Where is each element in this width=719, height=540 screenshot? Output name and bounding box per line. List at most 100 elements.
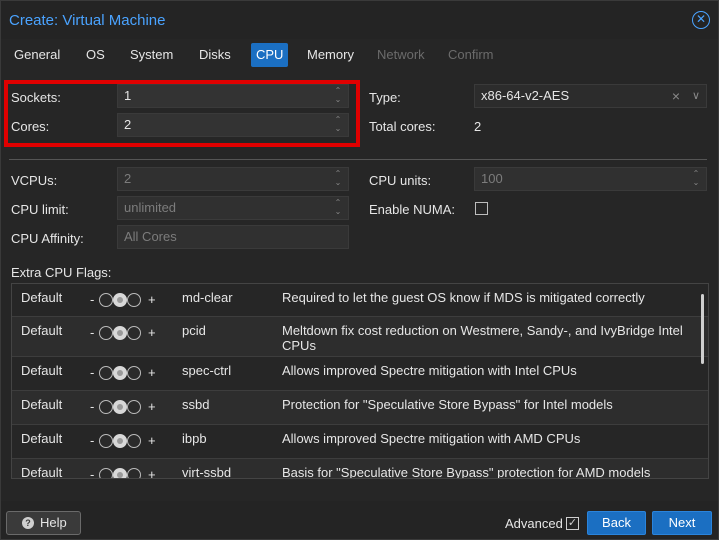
divider [9,159,707,160]
tab-general[interactable]: General [9,43,65,67]
dialog-title: Create: Virtual Machine [9,12,166,29]
affinity-label: CPU Affinity: [11,231,84,246]
flag-state: Default [21,465,63,479]
tab-disks[interactable]: Disks [194,43,236,67]
radio-off[interactable] [99,326,113,340]
flag-name: ibpb [182,431,207,446]
back-button[interactable]: Back [587,511,646,535]
plus-icon: + [148,365,156,380]
total-cores-label: Total cores: [369,119,436,134]
question-icon: ? [22,517,34,529]
vcpus-field[interactable]: 2 ⌃ ⌄ [117,167,349,191]
clear-icon[interactable]: × [672,85,680,107]
tab-network: Network [377,47,425,62]
table-row: Default - + pcid Meltdown fix cost reduc… [12,317,708,357]
flag-state: Default [21,323,63,338]
tristate-toggle[interactable]: - + [90,399,160,415]
title-bar: Create: Virtual Machine ✕ [1,1,718,39]
minus-icon: - [90,399,95,414]
flag-name: spec-ctrl [182,363,232,378]
minus-icon: - [90,467,95,479]
cpu-limit-label: CPU limit: [11,202,69,217]
cpu-limit-value: unlimited [124,200,177,215]
radio-default[interactable] [113,293,127,307]
minus-icon: - [90,365,95,380]
radio-default[interactable] [113,468,127,478]
flag-description: Required to let the guest OS know if MDS… [282,290,645,305]
tristate-toggle[interactable]: - + [90,292,160,308]
spinner-icon[interactable]: ⌃ ⌄ [690,170,702,188]
flag-name: virt-ssbd [182,465,232,479]
table-row: Default - + spec-ctrl Allows improved Sp… [12,357,708,391]
table-row: Default - + virt-ssbd Basis for "Specula… [12,459,708,479]
plus-icon: + [148,433,156,448]
create-vm-dialog: Create: Virtual Machine ✕ General OS Sys… [0,0,719,540]
radio-on[interactable] [127,366,141,380]
radio-default[interactable] [113,400,127,414]
tab-memory[interactable]: Memory [302,43,359,67]
radio-on[interactable] [127,400,141,414]
plus-icon: + [148,467,156,479]
spinner-icon[interactable]: ⌃ ⌄ [332,199,344,217]
type-select[interactable]: x86-64-v2-AES × ∨ [474,84,707,108]
tristate-toggle[interactable]: - + [90,365,160,381]
table-row: Default - + ibpb Allows improved Spectre… [12,425,708,459]
tab-system[interactable]: System [125,43,178,67]
scrollbar[interactable] [701,294,704,364]
radio-default[interactable] [113,434,127,448]
radio-default[interactable] [113,366,127,380]
flag-description: Basis for "Speculative Store Bypass" pro… [282,465,651,479]
close-icon[interactable]: ✕ [692,11,710,29]
radio-off[interactable] [99,468,113,478]
radio-off[interactable] [99,293,113,307]
flag-state: Default [21,431,63,446]
affinity-field[interactable]: All Cores [117,225,349,249]
radio-off[interactable] [99,366,113,380]
cpu-limit-field[interactable]: unlimited ⌃ ⌄ [117,196,349,220]
affinity-placeholder: All Cores [124,229,177,244]
tristate-toggle[interactable]: - + [90,467,160,479]
spinner-icon[interactable]: ⌃ ⌄ [332,170,344,188]
flag-description: Protection for "Speculative Store Bypass… [282,397,613,412]
radio-default[interactable] [113,326,127,340]
table-row: Default - + ssbd Protection for "Specula… [12,391,708,425]
type-label: Type: [369,90,401,105]
flag-name: pcid [182,323,206,338]
cpu-units-field[interactable]: 100 ⌃ ⌄ [474,167,707,191]
help-label: Help [40,515,67,530]
radio-on[interactable] [127,293,141,307]
radio-on[interactable] [127,434,141,448]
next-button[interactable]: Next [652,511,712,535]
numa-label: Enable NUMA: [369,202,455,217]
tab-os[interactable]: OS [81,43,110,67]
cpu-flags-grid: Default - + md-clear Required to let the… [11,283,709,479]
minus-icon: - [90,325,95,340]
plus-icon: + [148,399,156,414]
vcpus-value: 2 [124,171,132,186]
tab-cpu[interactable]: CPU [251,43,289,67]
numa-checkbox[interactable] [475,202,488,215]
radio-on[interactable] [127,468,141,478]
help-button[interactable]: ? Help [6,511,81,535]
plus-icon: + [148,325,156,340]
total-cores-value: 2 [474,119,482,134]
chevron-down-icon[interactable]: ∨ [692,85,700,107]
radio-off[interactable] [99,400,113,414]
minus-icon: - [90,292,95,307]
flag-name: ssbd [182,397,210,412]
flag-description: Meltdown fix cost reduction on Westmere,… [282,323,683,353]
plus-icon: + [148,292,156,307]
tab-confirm: Confirm [448,47,494,62]
cpu-units-value: 100 [481,171,503,186]
radio-on[interactable] [127,326,141,340]
flag-state: Default [21,397,63,412]
flag-state: Default [21,290,63,305]
advanced-checkbox[interactable]: ✓ [566,517,579,530]
extra-flags-label: Extra CPU Flags: [11,265,112,280]
type-value: x86-64-v2-AES [481,88,570,103]
vcpus-label: VCPUs: [11,173,58,188]
tristate-toggle[interactable]: - + [90,325,160,341]
tristate-toggle[interactable]: - + [90,433,160,449]
radio-off[interactable] [99,434,113,448]
table-row: Default - + md-clear Required to let the… [12,284,708,317]
